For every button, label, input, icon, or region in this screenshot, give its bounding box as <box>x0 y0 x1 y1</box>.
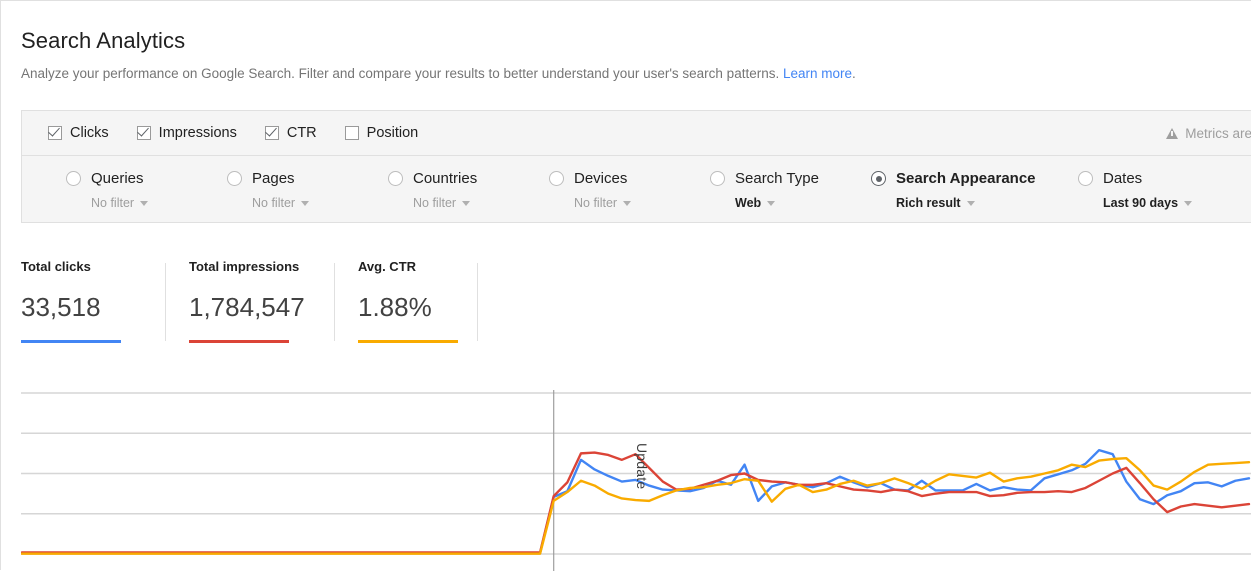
dimension-radio-pages[interactable]: Pages <box>227 156 309 187</box>
dimension-label: Devices <box>574 170 628 187</box>
checkbox-icon[interactable] <box>264 126 279 140</box>
dimension-label: Queries <box>91 170 144 187</box>
kpi-label: Total clicks <box>21 259 91 274</box>
dimension-devices[interactable]: Devices No filter <box>549 156 632 222</box>
kpi-label: Total impressions <box>189 259 300 274</box>
kpi-value: 1,784,547 <box>189 292 305 322</box>
dimension-filter-label: No filter <box>252 196 296 210</box>
chevron-down-icon[interactable] <box>301 200 310 206</box>
dimension-filter-dates[interactable]: Last 90 days <box>1103 196 1193 210</box>
dimension-filter-label: No filter <box>91 196 135 210</box>
kpi-underline <box>358 340 458 343</box>
dimension-label: Pages <box>252 170 295 187</box>
kpi-divider <box>477 263 478 341</box>
radio-icon[interactable] <box>1078 171 1093 186</box>
metric-label: Impressions <box>158 125 237 141</box>
dimension-filter-devices[interactable]: No filter <box>574 196 632 210</box>
dimension-filter-label: Rich result <box>896 196 961 210</box>
page-title: Search Analytics <box>21 28 186 53</box>
checkbox-icon[interactable] <box>136 126 151 140</box>
page-description-text: Analyze your performance on Google Searc… <box>21 66 783 81</box>
learn-more-link[interactable]: Learn more <box>783 66 852 81</box>
metrics-warning: Metrics are <box>1166 111 1251 155</box>
kpi-avg-ctr[interactable]: Avg. CTR 1.88% <box>335 259 478 345</box>
chevron-down-icon[interactable] <box>767 200 776 206</box>
chevron-down-icon[interactable] <box>966 200 975 206</box>
radio-icon[interactable] <box>388 171 403 186</box>
checkbox-icon[interactable] <box>344 126 359 140</box>
kpi-value: 33,518 <box>21 292 101 322</box>
dimension-label: Search Type <box>735 170 819 187</box>
chevron-down-icon[interactable] <box>1184 200 1193 206</box>
metric-label: Clicks <box>70 125 109 141</box>
kpi-underline <box>189 340 289 343</box>
radio-icon[interactable] <box>871 171 886 186</box>
dimension-radio-countries[interactable]: Countries <box>388 156 477 187</box>
dimension-filter-label: Web <box>735 196 762 210</box>
chevron-down-icon[interactable] <box>462 200 471 206</box>
metrics-row: Clicks Impressions CTR Position Metrics … <box>22 111 1251 156</box>
dimension-pages[interactable]: Pages No filter <box>227 156 310 222</box>
metric-checkbox-clicks[interactable]: Clicks <box>48 125 109 141</box>
radio-icon[interactable] <box>66 171 81 186</box>
kpi-total-impressions[interactable]: Total impressions 1,784,547 <box>166 259 335 345</box>
chart-annotation-update: Update <box>634 443 650 490</box>
checkbox-icon[interactable] <box>48 126 62 140</box>
kpi-summary: Total clicks 33,518 Total impressions 1,… <box>21 259 478 345</box>
metrics-warning-text: Metrics are <box>1185 125 1251 141</box>
chevron-down-icon[interactable] <box>140 200 149 206</box>
radio-icon[interactable] <box>227 171 242 186</box>
dimension-filter-search-type[interactable]: Web <box>735 196 819 210</box>
dimension-radio-queries[interactable]: Queries <box>66 156 148 187</box>
radio-icon[interactable] <box>549 171 564 186</box>
dimension-label: Countries <box>413 170 478 187</box>
metric-checkbox-ctr[interactable]: CTR <box>264 125 317 141</box>
kpi-value: 1.88% <box>358 292 432 322</box>
warning-triangle-icon <box>1166 127 1179 139</box>
dimension-filter-search-appearance[interactable]: Rich result <box>896 196 1036 210</box>
dimension-label: Search Appearance <box>896 170 1036 187</box>
dimension-countries[interactable]: Countries No filter <box>388 156 477 222</box>
kpi-total-clicks[interactable]: Total clicks 33,518 <box>21 259 166 345</box>
radio-icon[interactable] <box>710 171 725 186</box>
dimension-filter-label: No filter <box>574 196 618 210</box>
dimension-filter-label: Last 90 days <box>1103 196 1179 210</box>
dimension-filter-queries[interactable]: No filter <box>91 196 149 210</box>
dimension-label: Dates <box>1103 170 1143 187</box>
dimension-radio-dates[interactable]: Dates <box>1078 156 1192 187</box>
search-analytics-page: Search Analytics Analyze your performanc… <box>0 0 1251 571</box>
dimension-radio-devices[interactable]: Devices <box>549 156 631 187</box>
metric-checkbox-impressions[interactable]: Impressions <box>136 125 237 141</box>
dimension-radio-search-appearance[interactable]: Search Appearance <box>871 156 1036 187</box>
metric-checkbox-position[interactable]: Position <box>344 125 419 141</box>
dimension-search-type[interactable]: Search Type Web <box>710 156 819 222</box>
metric-label: CTR <box>286 125 317 141</box>
dimension-filter-label: No filter <box>413 196 457 210</box>
dimension-dates[interactable]: Dates Last 90 days <box>1078 156 1193 222</box>
dimensions-row: Queries No filter Pages No filter Countr… <box>22 156 1251 222</box>
dimension-search-appearance[interactable]: Search Appearance Rich result <box>871 156 1036 222</box>
page-description-period: . <box>852 66 856 81</box>
page-description: Analyze your performance on Google Searc… <box>21 65 856 83</box>
metric-label: Position <box>366 125 419 141</box>
filter-panel: Clicks Impressions CTR Position Metrics … <box>21 110 1251 223</box>
chevron-down-icon[interactable] <box>623 200 632 206</box>
kpi-underline <box>21 340 121 343</box>
dimension-radio-search-type[interactable]: Search Type <box>710 156 819 187</box>
dimension-filter-pages[interactable]: No filter <box>252 196 310 210</box>
kpi-label: Avg. CTR <box>358 259 417 274</box>
dimension-filter-countries[interactable]: No filter <box>413 196 477 210</box>
dimension-queries[interactable]: Queries No filter <box>66 156 149 222</box>
